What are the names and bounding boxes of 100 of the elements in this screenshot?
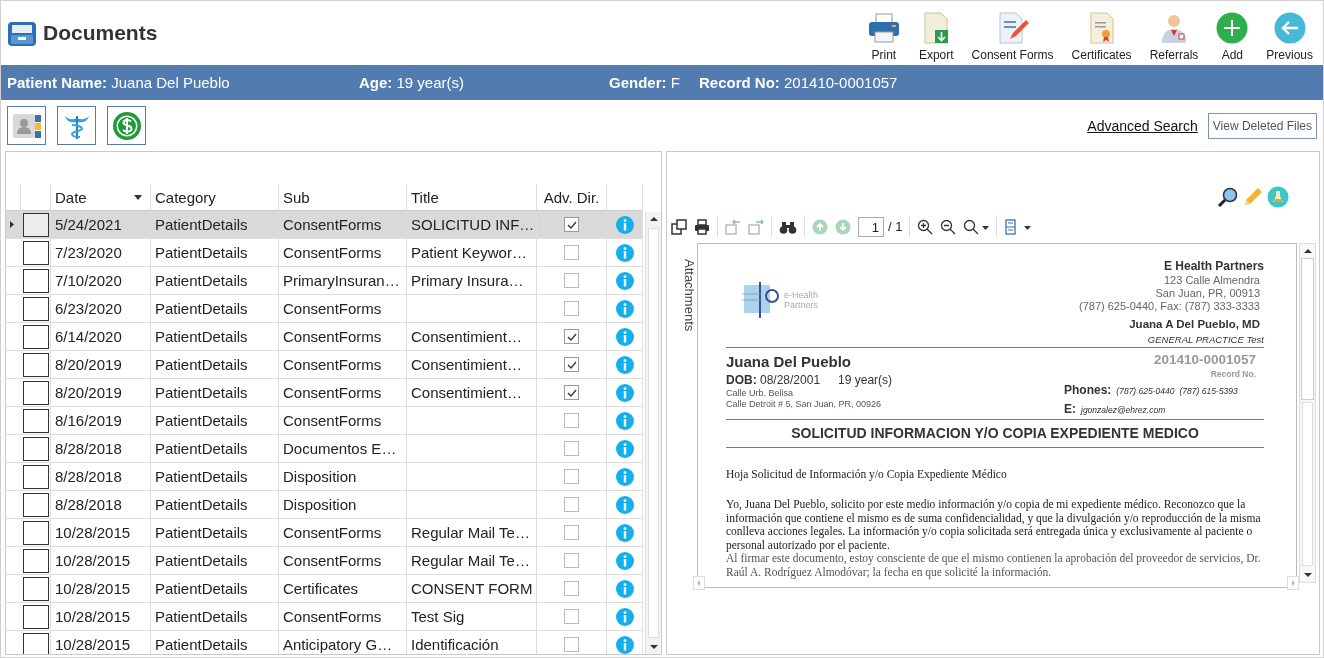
checkbox[interactable] — [564, 553, 579, 568]
quick-button[interactable] — [57, 106, 96, 145]
row-selector[interactable] — [23, 268, 49, 293]
table-row[interactable]: 8/28/2018 PatientDetails Disposition — [6, 463, 643, 491]
scroll-left-icon[interactable] — [693, 576, 705, 590]
table-row[interactable]: 6/14/2020 PatientDetails ConsentForms Consentimient… — [6, 323, 643, 351]
attachments-tab[interactable]: Attachments — [667, 243, 697, 654]
info-icon[interactable] — [615, 607, 634, 626]
table-row[interactable]: 5/24/2021 PatientDetails ConsentForms SOLICITUD INF… — [6, 211, 643, 239]
info-icon[interactable] — [615, 551, 634, 570]
info-icon[interactable] — [615, 355, 634, 374]
thumbnails-icon[interactable] — [671, 218, 687, 235]
info-icon[interactable] — [615, 411, 634, 430]
zoom-in-icon[interactable] — [917, 218, 934, 235]
checkbox[interactable] — [564, 357, 579, 372]
quick-button[interactable] — [107, 106, 146, 145]
table-row[interactable]: 10/28/2015 PatientDetails Anticipatory G… Identificación — [6, 631, 643, 654]
row-selector[interactable] — [23, 296, 49, 321]
checkbox[interactable] — [564, 413, 579, 428]
table-cell: Consentimient… — [407, 351, 537, 378]
info-icon[interactable] — [615, 299, 634, 318]
checkbox[interactable] — [564, 301, 579, 316]
flask-icon[interactable] — [1267, 186, 1289, 208]
checkbox[interactable] — [564, 385, 579, 400]
page-right-icon[interactable] — [748, 218, 764, 235]
phone-number: (787) 615-5393 — [1179, 386, 1238, 396]
column-header[interactable]: Category — [151, 184, 279, 210]
checkbox[interactable] — [564, 329, 579, 344]
checkbox[interactable] — [564, 273, 579, 288]
page-left-icon[interactable] — [725, 218, 741, 235]
info-icon[interactable] — [615, 383, 634, 402]
zoom-out-icon[interactable] — [940, 218, 957, 235]
row-selector[interactable] — [23, 408, 49, 433]
table-row[interactable]: 10/28/2015 PatientDetails ConsentForms Regular Mail Te… — [6, 519, 643, 547]
toolbar-button[interactable]: Consent Forms — [965, 12, 1060, 62]
info-icon[interactable] — [615, 243, 634, 262]
info-icon[interactable] — [615, 271, 634, 290]
table-row[interactable]: 10/28/2015 PatientDetails ConsentForms Regular Mail Te… — [6, 547, 643, 575]
row-selector[interactable] — [23, 380, 49, 405]
checkbox[interactable] — [564, 497, 579, 512]
table-cell: 8/28/2018 — [51, 491, 151, 518]
row-selector[interactable] — [23, 548, 49, 573]
search-icon[interactable] — [1217, 186, 1239, 208]
patient-field: Record No: 201410-0001057 — [699, 74, 898, 91]
table-row[interactable]: 8/16/2019 PatientDetails ConsentForms — [6, 407, 643, 435]
table-row[interactable]: 7/10/2020 PatientDetails PrimaryInsuran… Primary Insura… — [6, 267, 643, 295]
table-row[interactable]: 8/28/2018 PatientDetails Documentos E… — [6, 435, 643, 463]
column-header[interactable]: Sub — [279, 184, 407, 210]
toolbar-button[interactable]: Export — [912, 12, 960, 62]
row-selector[interactable] — [23, 576, 49, 601]
row-selector[interactable] — [23, 352, 49, 377]
info-icon[interactable] — [615, 495, 634, 514]
toolbar-button[interactable]: Print — [860, 12, 907, 62]
toolbar-button[interactable]: Previous — [1260, 12, 1319, 62]
row-selector[interactable] — [23, 212, 49, 237]
table-row[interactable]: 10/28/2015 PatientDetails ConsentForms Test Sig — [6, 603, 643, 631]
advanced-search-link[interactable]: Advanced Search — [1087, 117, 1198, 134]
toolbar-button[interactable]: Add — [1210, 12, 1255, 62]
scrollbar[interactable] — [645, 212, 661, 654]
table-row[interactable]: 6/23/2020 PatientDetails ConsentForms — [6, 295, 643, 323]
row-selector[interactable] — [23, 324, 49, 349]
column-header[interactable]: Adv. Dir. — [537, 184, 607, 210]
info-icon[interactable] — [615, 635, 634, 654]
zoom-menu-icon[interactable] — [963, 218, 990, 235]
page-number-field[interactable]: 1 — [858, 216, 884, 237]
view-deleted-button[interactable]: View Deleted Files — [1207, 112, 1317, 139]
column-header[interactable]: Title — [407, 184, 537, 210]
page-layout-icon[interactable] — [1004, 218, 1033, 235]
row-selector[interactable] — [23, 464, 49, 489]
row-selector[interactable] — [23, 520, 49, 545]
scrollbar[interactable] — [1299, 243, 1316, 583]
row-selector[interactable] — [23, 492, 49, 517]
quick-button[interactable] — [7, 106, 46, 145]
table-row[interactable]: 8/20/2019 PatientDetails ConsentForms Consentimient… — [6, 351, 643, 379]
checkbox[interactable] — [564, 637, 579, 652]
toolbar-button[interactable]: Referrals — [1143, 12, 1205, 62]
toolbar-button[interactable]: Certificates — [1065, 12, 1138, 62]
table-row[interactable]: 8/28/2018 PatientDetails Disposition — [6, 491, 643, 519]
checkbox[interactable] — [564, 581, 579, 596]
row-selector[interactable] — [23, 632, 49, 654]
checkbox[interactable] — [564, 217, 579, 232]
info-icon[interactable] — [615, 215, 634, 234]
checkbox[interactable] — [564, 245, 579, 260]
row-selector[interactable] — [23, 604, 49, 629]
checkbox[interactable] — [564, 441, 579, 456]
table-row[interactable]: 10/28/2015 PatientDetails Certificates CONSENT FORM — [6, 575, 643, 603]
info-icon[interactable] — [615, 327, 634, 346]
info-icon[interactable] — [615, 523, 634, 542]
printer-icon[interactable] — [694, 218, 710, 235]
info-icon[interactable] — [615, 439, 634, 458]
table-row[interactable]: 8/20/2019 PatientDetails ConsentForms Consentimient… — [6, 379, 643, 407]
row-selector[interactable] — [23, 436, 49, 461]
checkbox[interactable] — [564, 469, 579, 484]
checkbox[interactable] — [564, 525, 579, 540]
row-selector[interactable] — [23, 240, 49, 265]
checkbox[interactable] — [564, 609, 579, 624]
info-icon[interactable] — [615, 467, 634, 486]
table-row[interactable]: 7/23/2020 PatientDetails ConsentForms Patient Keywor… — [6, 239, 643, 267]
column-header[interactable]: Date — [51, 184, 151, 210]
info-icon[interactable] — [615, 579, 634, 598]
